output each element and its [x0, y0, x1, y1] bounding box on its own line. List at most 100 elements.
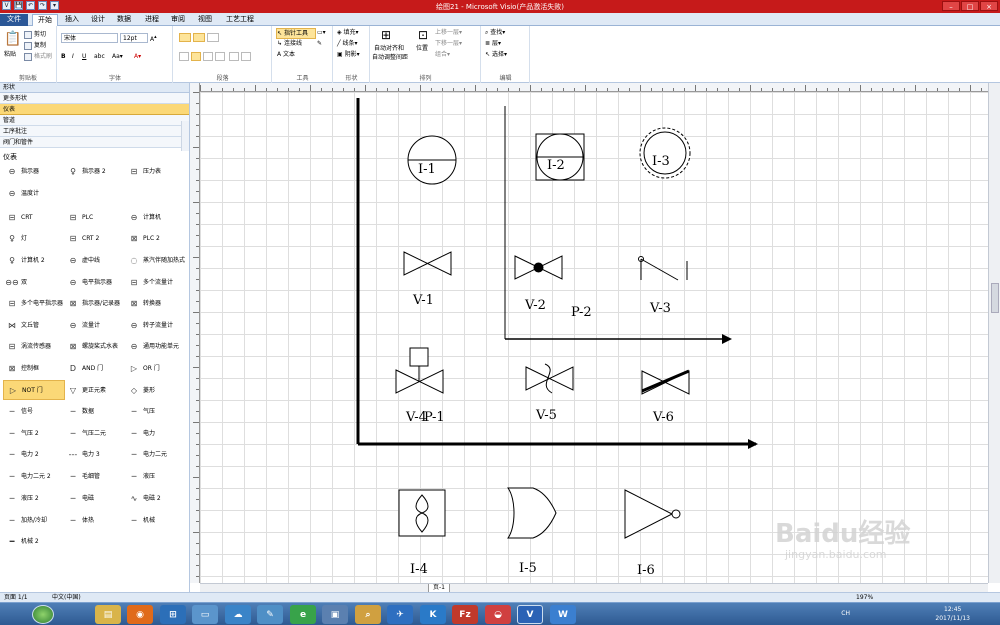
tab-file[interactable]: 文件 [0, 14, 28, 26]
shape-item[interactable]: ♀ 计算机 2 [3, 250, 65, 270]
valve-v4[interactable] [395, 347, 444, 394]
rectangle-tool-button[interactable]: ▭▾ [317, 28, 326, 37]
shape-item[interactable]: ⊟ PLC [64, 207, 126, 227]
shape-item[interactable]: ─ 电力二元 [125, 444, 187, 464]
shape-item[interactable]: ♀ 灯 [3, 228, 65, 248]
shape-item[interactable]: ─ 体热 [64, 510, 126, 530]
tab-insert[interactable]: 插入 [60, 14, 84, 26]
tab-design[interactable]: 设计 [86, 14, 110, 26]
shape-item[interactable]: ∿ 电磁 2 [125, 488, 187, 508]
start-button[interactable] [32, 605, 54, 624]
shape-item[interactable]: ▷ OR 门 [125, 358, 187, 378]
cut-button[interactable]: 剪切 [24, 30, 46, 39]
bold-button[interactable]: B [61, 52, 66, 61]
shape-item[interactable]: ⊖ 通用功能单元 [125, 336, 187, 356]
tab-process[interactable]: 进程 [140, 14, 164, 26]
auto-space-button[interactable]: 自动调整间距 [372, 53, 408, 62]
shape-item[interactable]: ⊖ 流量计 [64, 315, 126, 335]
shape-item[interactable]: ─ 数据 [64, 401, 126, 421]
shape-item[interactable]: ◇ 菱形 [125, 380, 187, 400]
shape-item[interactable]: ─ 液压 [125, 466, 187, 486]
status-zoom[interactable]: 197% [856, 593, 873, 602]
shape-item[interactable]: ─ 气压 [125, 401, 187, 421]
shape-item[interactable]: ▷ NOT 门 [3, 380, 65, 400]
find-button[interactable]: ⌕ 查找▾ [485, 28, 505, 37]
strikethrough-button[interactable]: abc [94, 52, 105, 61]
line-button[interactable]: ╱ 线条▾ [337, 39, 358, 48]
input-language[interactable]: CH [841, 610, 850, 617]
shape-item[interactable]: ─ 加热/冷却 [3, 510, 65, 530]
valve-v3[interactable] [638, 256, 688, 281]
shape-item[interactable]: ⊖ 温度计 [3, 183, 65, 203]
shape-item[interactable]: ⊠ 控制框 [3, 358, 65, 378]
tab-view[interactable]: 视图 [193, 14, 217, 26]
shape-item[interactable]: ⋈ 文丘管 [3, 315, 65, 335]
shape-item[interactable]: ♀ 指示器 2 [64, 161, 126, 181]
bring-forward-button[interactable]: 上移一层▾ [435, 28, 462, 37]
horizontal-scrollbar[interactable]: 页-1 [200, 583, 988, 593]
shape-item[interactable]: ─ 机械 [125, 510, 187, 530]
auto-align-button[interactable]: 自动对齐和 [374, 44, 404, 53]
shape-item[interactable]: ─ 气压 2 [3, 423, 65, 443]
instrument-i6[interactable] [624, 489, 681, 539]
pencil-tool-button[interactable]: ✎ [317, 39, 322, 48]
shape-item[interactable]: ⊟ 压力表 [125, 161, 187, 181]
shape-item[interactable]: ─ 液压 2 [3, 488, 65, 508]
copy-button[interactable]: 复制 [24, 41, 46, 50]
shape-item[interactable]: ⊠ 转换器 [125, 293, 187, 313]
shape-item[interactable]: ⊟ 涡流传感器 [3, 336, 65, 356]
stencil-instruments[interactable]: 仪表 [0, 104, 189, 115]
shape-item[interactable]: ⊟ 多个电平指示器 [3, 293, 65, 313]
shape-item[interactable]: ⊖ 指示器 [3, 161, 65, 181]
align-right-button[interactable] [203, 52, 213, 61]
group-button[interactable]: 组合▾ [435, 50, 450, 59]
valve-v1[interactable] [403, 251, 452, 276]
align-center-button[interactable] [191, 52, 201, 61]
pointer-tool-button[interactable]: ↖ 指针工具 [276, 28, 316, 39]
font-size-select[interactable]: 12pt [120, 33, 148, 43]
instrument-i5[interactable] [507, 487, 557, 539]
shape-item[interactable]: ─ 电力 [125, 423, 187, 443]
connector-tool-button[interactable]: ↳ 连接线 [277, 39, 302, 48]
stencil-process-annotations[interactable]: 工序批注 [0, 126, 189, 137]
shape-item[interactable]: ⊟ CRT [3, 207, 65, 227]
shape-item[interactable]: ⊟ CRT 2 [64, 228, 126, 248]
shadow-button[interactable]: ▣ 阴影▾ [337, 50, 360, 59]
app-grid-icon[interactable]: ⊞ [160, 605, 186, 624]
visio-task-icon[interactable]: V [517, 605, 543, 624]
valve-v5[interactable] [525, 363, 574, 394]
k-app-icon[interactable]: K [420, 605, 446, 624]
justify-button[interactable] [215, 52, 225, 61]
tab-data[interactable]: 数据 [112, 14, 136, 26]
text-tool-button[interactable]: A 文本 [277, 50, 295, 59]
shape-item[interactable]: --- 电力 3 [64, 444, 126, 464]
grow-font-button[interactable]: A▴ [150, 33, 157, 44]
font-color-button[interactable]: A▾ [134, 52, 141, 61]
paste-icon[interactable]: 📋 [4, 32, 21, 46]
fill-button[interactable]: ◈ 填充▾ [337, 28, 359, 37]
shape-item[interactable]: ─ 电力 2 [3, 444, 65, 464]
shape-item[interactable]: ⊠ 指示器/记录器 [64, 293, 126, 313]
layers-button[interactable]: ≣ 层▾ [485, 39, 501, 48]
instrument-i2[interactable] [535, 133, 585, 181]
shape-item[interactable]: ⊖⊖ 双 [3, 272, 65, 292]
decrease-indent-button[interactable] [229, 52, 239, 61]
shape-item[interactable]: ⊖ 转子流量计 [125, 315, 187, 335]
shape-item[interactable]: ⊖ 电平指示器 [64, 272, 126, 292]
stencil-list-scrollbar[interactable] [181, 121, 189, 151]
font-family-select[interactable]: 宋体 [61, 33, 118, 43]
window-icon[interactable]: ▭ [192, 605, 218, 624]
select-button[interactable]: ↖ 选择▾ [485, 50, 507, 59]
weibo-icon[interactable]: ◒ [485, 605, 511, 624]
filezilla-icon[interactable]: Fz [452, 605, 478, 624]
shape-item[interactable]: ─ 信号 [3, 401, 65, 421]
change-case-button[interactable]: Aa▾ [112, 52, 123, 61]
valve-v2[interactable] [514, 255, 563, 280]
align-left-button[interactable] [179, 52, 189, 61]
stencil-pipelines[interactable]: 管道 [0, 115, 189, 126]
magnifier-icon[interactable]: ⌕ [355, 605, 381, 624]
italic-button[interactable]: I [72, 52, 74, 61]
shape-item[interactable]: ─ 电力二元 2 [3, 466, 65, 486]
shape-item[interactable]: ─ 毛细管 [64, 466, 126, 486]
shape-item[interactable]: ─ 电磁 [64, 488, 126, 508]
